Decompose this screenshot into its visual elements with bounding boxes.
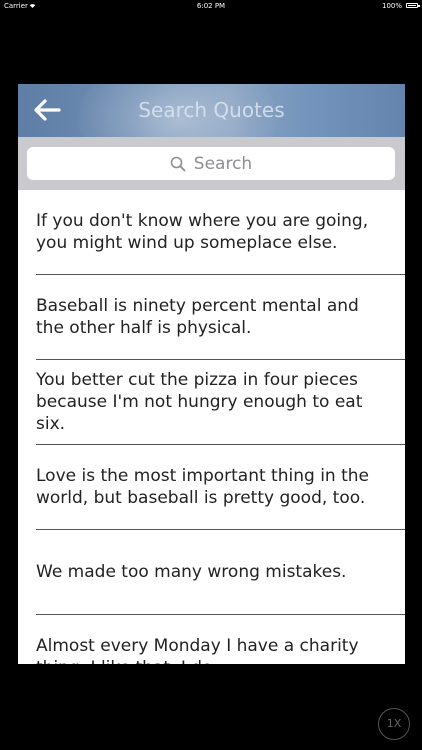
status-bar: Carrier 6:02 PM 100% bbox=[0, 0, 422, 12]
search-bar: Search bbox=[18, 137, 405, 190]
quote-text: Love is the most important thing in the … bbox=[36, 466, 369, 508]
quote-text: We made too many wrong mistakes. bbox=[36, 562, 347, 582]
search-input[interactable]: Search bbox=[27, 147, 395, 180]
list-item[interactable]: Baseball is ninety percent mental and th… bbox=[36, 275, 405, 360]
zoom-button[interactable]: 1X bbox=[378, 708, 410, 740]
list-item[interactable]: Love is the most important thing in the … bbox=[36, 445, 405, 530]
quote-text: Baseball is ninety percent mental and th… bbox=[36, 296, 359, 338]
app-frame: Search Quotes Search If you don't know w… bbox=[18, 84, 405, 664]
status-time: 6:02 PM bbox=[196, 2, 226, 10]
search-icon bbox=[170, 156, 186, 171]
search-placeholder: Search bbox=[193, 153, 253, 174]
nav-bar: Search Quotes bbox=[18, 84, 405, 137]
quote-text: If you don't know where you are going, y… bbox=[36, 211, 369, 253]
quote-text: Almost every Monday I have a charity thi… bbox=[36, 636, 359, 664]
list-item[interactable]: If you don't know where you are going, y… bbox=[36, 190, 405, 275]
list-item[interactable]: You better cut the pizza in four pieces … bbox=[36, 360, 405, 445]
list-item[interactable]: Almost every Monday I have a charity thi… bbox=[36, 615, 405, 664]
quote-list: If you don't know where you are going, y… bbox=[18, 190, 405, 664]
list-item[interactable]: We made too many wrong mistakes. bbox=[36, 530, 405, 615]
battery-percent: 100% bbox=[381, 2, 402, 10]
page-title: Search Quotes bbox=[138, 98, 285, 122]
quote-text: You better cut the pizza in four pieces … bbox=[36, 370, 363, 434]
battery-icon bbox=[406, 3, 420, 8]
